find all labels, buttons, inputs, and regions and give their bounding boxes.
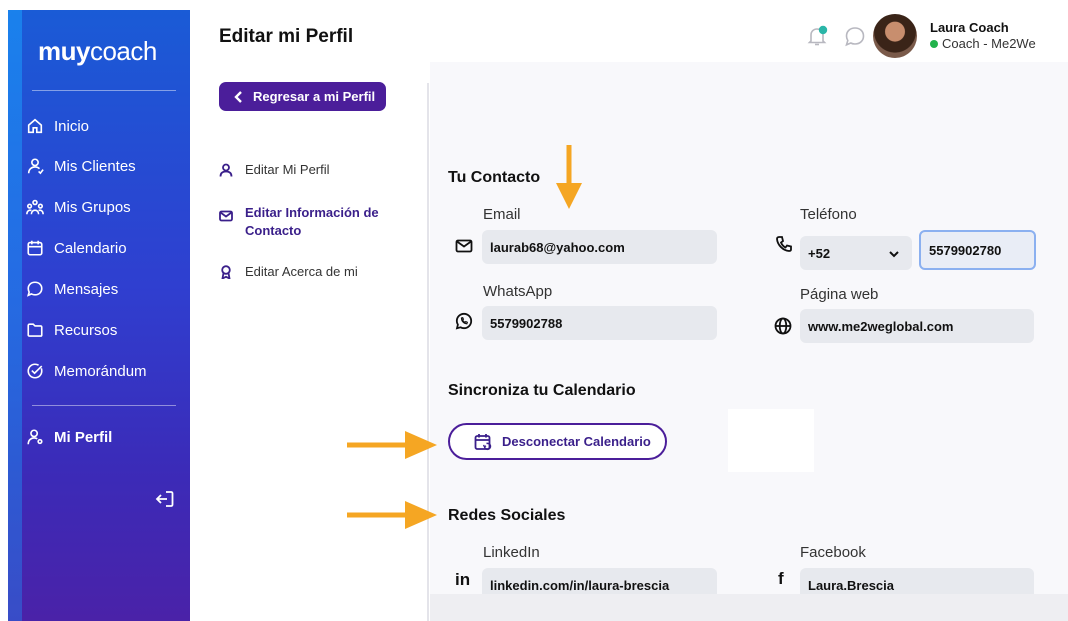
contact-section-title: Tu Contacto <box>448 169 541 186</box>
sidebar-item-memorandum[interactable]: Memorándum <box>26 358 147 384</box>
linkedin-label: LinkedIn <box>483 544 540 561</box>
subnav-label: Editar Información de Contacto <box>245 205 379 238</box>
logo: muycoach <box>38 36 157 66</box>
subnav-label: Editar Acerca de mi <box>245 264 358 279</box>
back-button-label: Regresar a mi Perfil <box>253 89 376 104</box>
sidebar-item-label: Mi Perfil <box>54 428 113 446</box>
chevron-left-icon <box>234 90 242 103</box>
sidebar: muycoach Inicio Mis Clientes Mis Grupos … <box>8 10 190 621</box>
sidebar-item-label: Calendario <box>54 239 127 257</box>
avatar[interactable] <box>873 14 917 58</box>
subnav-edit-about[interactable]: Editar Acerca de mi <box>219 264 358 279</box>
user-icon <box>219 163 233 177</box>
email-label: Email <box>483 206 521 223</box>
sidebar-item-mi-perfil[interactable]: Mi Perfil <box>26 424 112 450</box>
subnav-edit-profile[interactable]: Editar Mi Perfil <box>219 162 330 177</box>
disconnect-calendar-button[interactable]: Desconectar Calendario <box>448 423 667 460</box>
calendar-sync-icon <box>474 433 492 450</box>
profile-icon <box>27 429 43 445</box>
award-icon <box>221 265 231 279</box>
chevron-down-icon <box>888 248 900 260</box>
phone-label: Teléfono <box>800 206 857 223</box>
sidebar-edge-glow <box>8 10 22 621</box>
sidebar-item-mensajes[interactable]: Mensajes <box>26 276 118 302</box>
sidebar-item-calendario[interactable]: Calendario <box>26 235 127 261</box>
calendar-section-title: Sincroniza tu Calendario <box>448 382 636 399</box>
bottom-bar <box>430 594 1068 621</box>
sidebar-item-mis-grupos[interactable]: Mis Grupos <box>26 194 131 220</box>
home-icon <box>27 118 43 134</box>
blank-panel <box>728 409 814 472</box>
page-title: Editar mi Perfil <box>219 26 354 47</box>
user-role: Coach - Me2We <box>930 36 1036 51</box>
folder-icon <box>27 323 43 337</box>
linkedin-icon: in <box>455 570 471 589</box>
check-circle-icon <box>27 363 43 379</box>
sidebar-divider <box>32 405 176 406</box>
logout-icon <box>155 491 174 507</box>
website-label: Página web <box>800 286 879 303</box>
sidebar-item-label: Recursos <box>54 321 118 339</box>
annotation-arrow-right <box>347 428 439 462</box>
facebook-icon: f <box>778 569 784 588</box>
website-field[interactable]: www.me2weglobal.com <box>800 309 1034 343</box>
logout-button[interactable] <box>154 488 176 510</box>
phone-code-value: +52 <box>808 245 831 261</box>
app-window: muycoach Inicio Mis Clientes Mis Grupos … <box>0 0 1068 621</box>
sidebar-item-recursos[interactable]: Recursos <box>26 317 117 343</box>
whatsapp-icon <box>455 312 473 330</box>
mail-icon <box>455 237 473 255</box>
online-status-dot <box>930 39 938 48</box>
phone-number-input[interactable]: 5579902780 <box>919 230 1036 270</box>
vertical-divider <box>427 83 429 621</box>
back-to-profile-button[interactable]: Regresar a mi Perfil <box>219 82 386 111</box>
calendar-icon <box>27 240 43 256</box>
subnav-edit-contact[interactable]: Editar Información de Contacto <box>219 204 389 240</box>
messages-button[interactable] <box>843 25 867 49</box>
facebook-label: Facebook <box>800 544 866 561</box>
sidebar-item-label: Mis Grupos <box>54 198 131 216</box>
annotation-arrow-right <box>347 498 439 532</box>
user-icon <box>27 158 44 175</box>
sidebar-item-label: Mensajes <box>54 280 119 298</box>
sidebar-item-label: Inicio <box>54 117 90 135</box>
mail-icon <box>219 210 233 222</box>
sidebar-divider <box>32 90 176 91</box>
sidebar-item-mis-clientes[interactable]: Mis Clientes <box>26 153 136 179</box>
globe-icon <box>774 317 792 335</box>
subnav-label: Editar Mi Perfil <box>245 162 330 177</box>
whatsapp-field[interactable]: 5579902788 <box>482 306 717 340</box>
phone-icon <box>775 235 793 253</box>
social-section-title: Redes Sociales <box>448 507 566 524</box>
whatsapp-label: WhatsApp <box>483 283 553 300</box>
email-field[interactable]: laurab68@yahoo.com <box>482 230 717 264</box>
sidebar-item-inicio[interactable]: Inicio <box>26 113 89 139</box>
disconnect-calendar-label: Desconectar Calendario <box>502 434 651 449</box>
chat-icon <box>845 27 865 47</box>
bell-icon <box>807 25 828 46</box>
notifications-button[interactable] <box>804 23 830 49</box>
sidebar-item-label: Memorándum <box>54 362 147 380</box>
annotation-arrow-down <box>555 145 583 211</box>
sidebar-item-label: Mis Clientes <box>54 157 136 175</box>
user-name: Laura Coach <box>930 20 1009 35</box>
phone-code-select[interactable]: +52 <box>800 236 912 270</box>
chat-icon <box>27 281 43 297</box>
group-icon <box>26 199 44 215</box>
user-role-text: Coach - Me2We <box>942 36 1036 51</box>
